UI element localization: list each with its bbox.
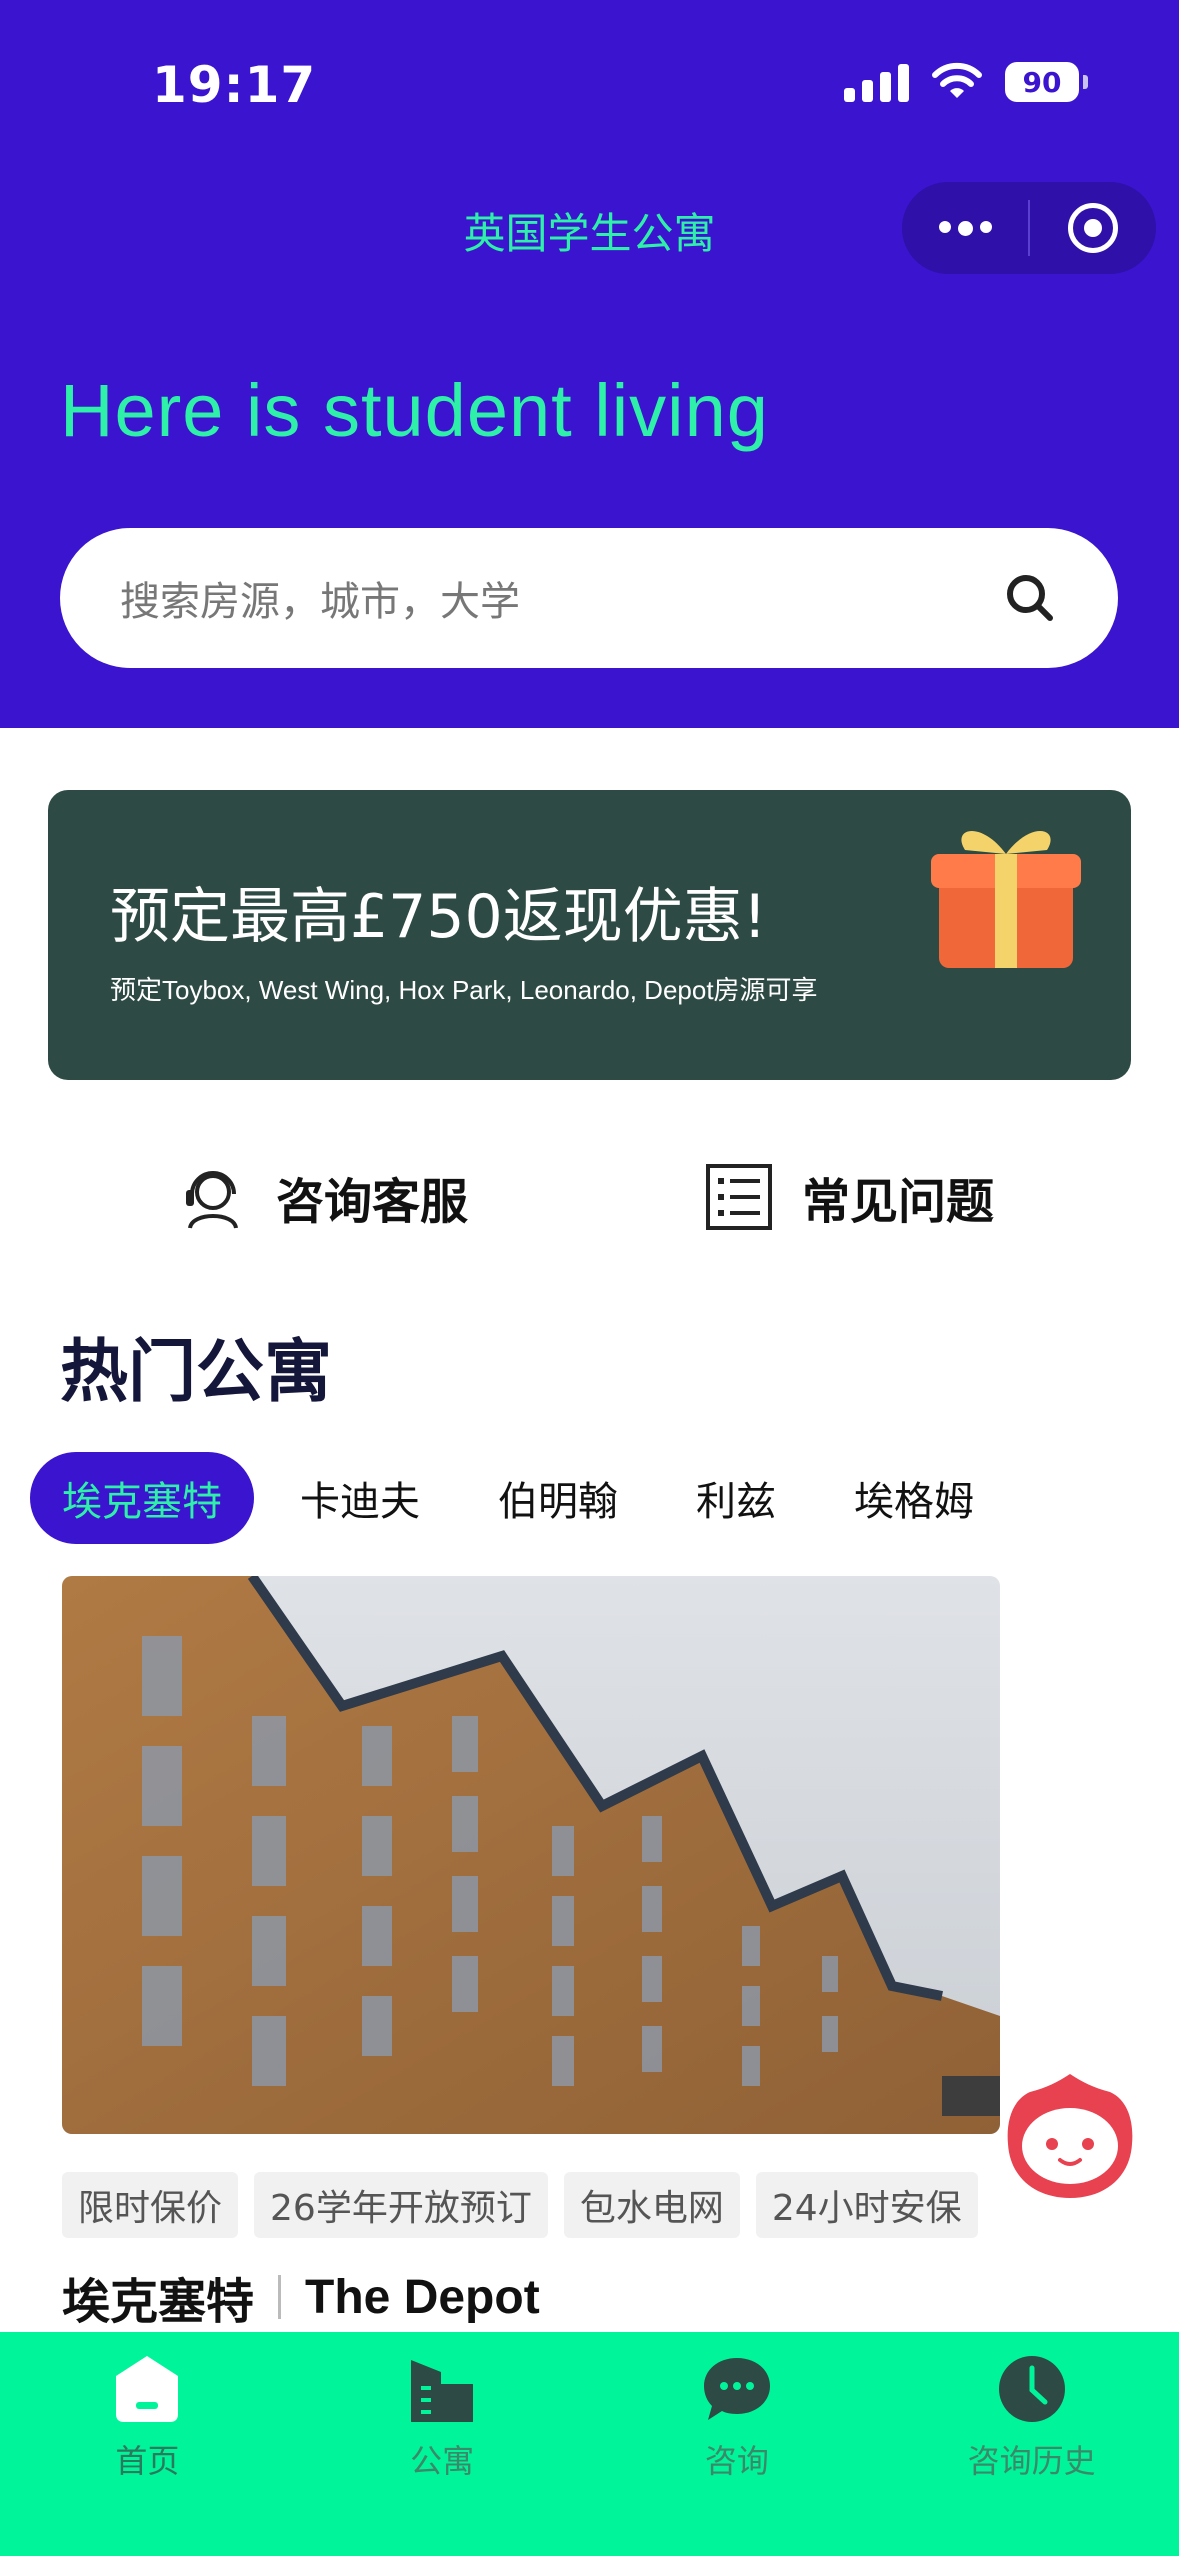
status-time: 19:17 bbox=[152, 56, 317, 114]
search-bar[interactable]: 搜索房源，城市，大学 bbox=[60, 528, 1118, 668]
tabbar-history[interactable]: 咨询历史 bbox=[884, 2332, 1179, 2556]
wifi-icon bbox=[932, 62, 982, 98]
status-icons: 90 bbox=[844, 62, 1088, 102]
customer-service-icon bbox=[186, 1171, 238, 1229]
tag: 包水电网 bbox=[563, 2172, 740, 2238]
close-miniprogram-button[interactable] bbox=[1030, 203, 1156, 253]
chat-bot-icon[interactable] bbox=[1000, 2066, 1140, 2206]
more-icon[interactable] bbox=[902, 220, 1028, 236]
tag: 26学年开放预订 bbox=[254, 2172, 548, 2238]
tabbar-apartments[interactable]: 公寓 bbox=[295, 2332, 590, 2556]
home-icon bbox=[116, 2356, 179, 2422]
faq-list-icon bbox=[706, 1164, 772, 1230]
tab-egham[interactable]: 埃格姆 bbox=[822, 1452, 1006, 1544]
apartment-title[interactable]: 埃克塞特 The Depot bbox=[62, 2262, 540, 2332]
apartment-photo[interactable] bbox=[62, 1576, 1000, 2134]
search-icon[interactable] bbox=[1002, 570, 1058, 626]
tabbar-apartments-label: 公寓 bbox=[410, 2442, 475, 2480]
tabbar-history-label: 咨询历史 bbox=[967, 2442, 1096, 2480]
customer-service-label: 咨询客服 bbox=[276, 1174, 469, 1230]
promo-subtitle: 预定Toybox, West Wing, Hox Park, Leonardo,… bbox=[110, 975, 818, 1005]
search-input[interactable]: 搜索房源，城市，大学 bbox=[120, 569, 1002, 627]
miniprogram-capsule bbox=[902, 182, 1156, 274]
tab-leeds[interactable]: 利兹 bbox=[664, 1452, 808, 1544]
promo-title: 预定最高£750返现优惠! bbox=[110, 882, 767, 952]
clock-icon bbox=[998, 2356, 1065, 2422]
apartment-tags: 限时保价 26学年开放预订 包水电网 24小时安保 bbox=[62, 2172, 978, 2238]
tab-cardiff[interactable]: 卡迪夫 bbox=[268, 1452, 452, 1544]
customer-service-link[interactable]: 咨询客服 bbox=[178, 1152, 468, 1242]
promo-banner[interactable]: 预定最高£750返现优惠! 预定Toybox, West Wing, Hox P… bbox=[48, 790, 1131, 1080]
section-title: 热门公寓 bbox=[60, 1333, 333, 1412]
apartment-city: 埃克塞特 bbox=[62, 2274, 255, 2330]
hero-headline: Here is student living bbox=[60, 369, 769, 452]
target-icon bbox=[1068, 203, 1118, 253]
tag: 限时保价 bbox=[62, 2172, 239, 2238]
title-divider bbox=[278, 2275, 282, 2319]
battery-indicator: 90 bbox=[1005, 62, 1088, 102]
tab-birmingham[interactable]: 伯明翰 bbox=[466, 1452, 650, 1544]
building-icon bbox=[411, 2360, 474, 2422]
faq-link[interactable]: 常见问题 bbox=[704, 1152, 994, 1242]
bottom-tab-bar: 首页 公寓 咨询 咨询历史 bbox=[0, 2332, 1179, 2556]
tab-exeter[interactable]: 埃克塞特 bbox=[30, 1452, 254, 1544]
chat-bubble-icon bbox=[703, 2358, 770, 2420]
tabbar-consult-label: 咨询 bbox=[704, 2442, 769, 2480]
tabbar-home[interactable]: 首页 bbox=[0, 2332, 295, 2556]
tag: 24小时安保 bbox=[755, 2172, 978, 2238]
gift-icon bbox=[931, 830, 1081, 968]
tabbar-home-label: 首页 bbox=[115, 2442, 180, 2480]
tabbar-consult[interactable]: 咨询 bbox=[590, 2332, 885, 2556]
city-tabs: 埃克塞特 卡迪夫 伯明翰 利兹 埃格姆 bbox=[30, 1452, 1020, 1544]
header: 19:17 90 英国学生公寓 Here is student living 搜… bbox=[0, 0, 1179, 728]
cellular-signal-icon bbox=[844, 62, 909, 102]
apartment-name: The Depot bbox=[305, 2270, 540, 2324]
faq-label: 常见问题 bbox=[802, 1174, 995, 1230]
